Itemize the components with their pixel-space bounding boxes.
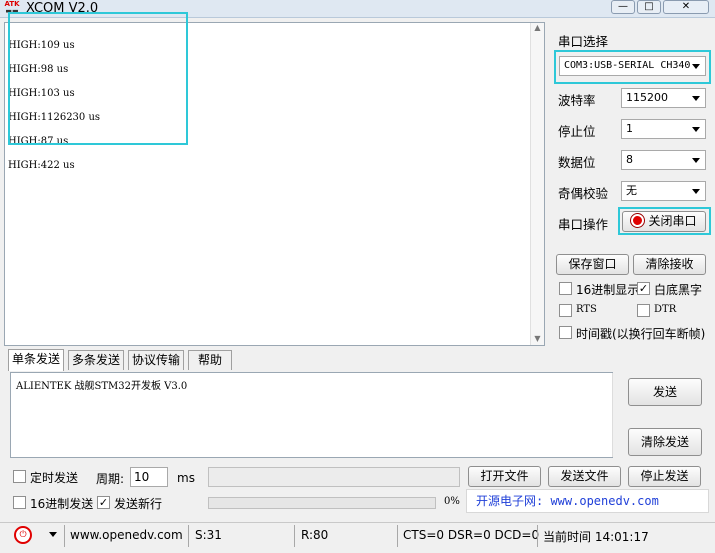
send-scrollbar[interactable] xyxy=(612,373,613,457)
receive-scrollbar[interactable]: ▲ ▼ xyxy=(530,23,544,345)
rts-checkbox[interactable] xyxy=(559,304,572,317)
hex-send-label: 16进制发送 xyxy=(30,497,94,511)
chevron-down-icon xyxy=(692,96,700,101)
status-url[interactable]: www.openedv.com xyxy=(70,528,183,542)
chevron-down-icon xyxy=(692,189,700,194)
parity-select[interactable]: 无 xyxy=(621,181,706,201)
check-icon: ✓ xyxy=(98,496,109,509)
close-window-button[interactable]: ✕ xyxy=(663,0,709,14)
scroll-down-icon[interactable]: ▼ xyxy=(531,334,544,343)
dtr-checkbox[interactable] xyxy=(637,304,650,317)
timestamp-checkbox[interactable] xyxy=(559,326,572,339)
clear-send-button[interactable]: 清除发送 xyxy=(628,428,702,456)
stop-bits-select[interactable]: 1 xyxy=(621,119,706,139)
send-progress-bar xyxy=(208,497,436,509)
data-bits-select[interactable]: 8 xyxy=(621,150,706,170)
hex-display-checkbox[interactable] xyxy=(559,282,572,295)
tab-protocol[interactable]: 协议传输 xyxy=(128,350,184,370)
dropdown-arrow-icon[interactable] xyxy=(49,532,57,537)
data-bits-value: 8 xyxy=(626,153,633,166)
period-input[interactable]: 10 xyxy=(130,467,168,487)
hex-send-checkbox[interactable] xyxy=(13,496,26,509)
port-label: 串口选择 xyxy=(558,34,609,49)
newline-label: 发送新行 xyxy=(114,497,163,511)
brand-link[interactable]: 开源电子网: www.openedv.com xyxy=(466,489,709,513)
port-select[interactable]: COM3:USB-SERIAL CH340 xyxy=(559,56,706,76)
file-path-field[interactable] xyxy=(208,467,460,487)
power-icon[interactable]: ⏻ xyxy=(14,526,32,544)
status-sent-count: S:31 xyxy=(195,528,222,542)
receive-line: HIGH:422 us xyxy=(8,160,75,171)
clear-receive-button[interactable]: 清除接收 xyxy=(633,254,706,275)
hex-display-label: 16进制显示 xyxy=(576,283,640,297)
close-port-label: 关闭串口 xyxy=(648,214,697,228)
white-bg-checkbox[interactable]: ✓ xyxy=(637,282,650,295)
stop-bits-value: 1 xyxy=(626,122,633,135)
period-unit: ms xyxy=(177,471,195,485)
record-indicator-icon xyxy=(631,214,645,227)
send-text: ALIENTEK 战舰STM32开发板 V3.0 xyxy=(16,381,188,392)
stop-bits-label: 停止位 xyxy=(558,124,596,139)
chevron-down-icon xyxy=(692,127,700,132)
port-op-label: 串口操作 xyxy=(558,217,609,232)
send-file-button[interactable]: 发送文件 xyxy=(548,466,621,487)
chevron-down-icon xyxy=(692,64,700,69)
dtr-label: DTR xyxy=(654,304,677,315)
baud-value: 115200 xyxy=(626,91,668,104)
baud-label: 波特率 xyxy=(558,93,596,108)
timestamp-label: 时间戳(以换行回车断帧) xyxy=(576,327,706,341)
check-icon: ✓ xyxy=(638,282,649,295)
rts-label: RTS xyxy=(576,304,597,315)
timed-send-checkbox[interactable] xyxy=(13,470,26,483)
close-port-button[interactable]: 关闭串口 xyxy=(622,211,706,232)
timed-send-label: 定时发送 xyxy=(30,471,79,485)
maximize-button[interactable]: □ xyxy=(637,0,661,14)
status-received-count: R:80 xyxy=(301,528,329,542)
tab-multi-send[interactable]: 多条发送 xyxy=(68,350,124,370)
minimize-button[interactable]: — xyxy=(611,0,635,14)
tab-help[interactable]: 帮助 xyxy=(188,350,232,370)
port-value: COM3:USB-SERIAL CH340 xyxy=(564,60,691,71)
newline-checkbox[interactable]: ✓ xyxy=(97,496,110,509)
status-time: 当前时间 14:01:17 xyxy=(543,530,649,544)
baud-select[interactable]: 115200 xyxy=(621,88,706,108)
parity-label: 奇偶校验 xyxy=(558,186,609,201)
tab-single-send[interactable]: 单条发送 xyxy=(8,349,64,371)
open-file-button[interactable]: 打开文件 xyxy=(468,466,541,487)
data-bits-label: 数据位 xyxy=(558,155,596,170)
highlight-receive xyxy=(8,12,188,145)
save-window-button[interactable]: 保存窗口 xyxy=(556,254,629,275)
period-label: 周期: xyxy=(96,472,125,486)
parity-value: 无 xyxy=(626,184,637,197)
scroll-up-icon[interactable]: ▲ xyxy=(531,23,544,32)
status-lines: CTS=0 DSR=0 DCD=0 xyxy=(403,528,540,542)
send-button[interactable]: 发送 xyxy=(628,378,702,406)
chevron-down-icon xyxy=(692,158,700,163)
white-bg-label: 白底黑字 xyxy=(654,283,703,297)
progress-text: 0% xyxy=(444,496,460,507)
stop-send-button[interactable]: 停止发送 xyxy=(628,466,701,487)
